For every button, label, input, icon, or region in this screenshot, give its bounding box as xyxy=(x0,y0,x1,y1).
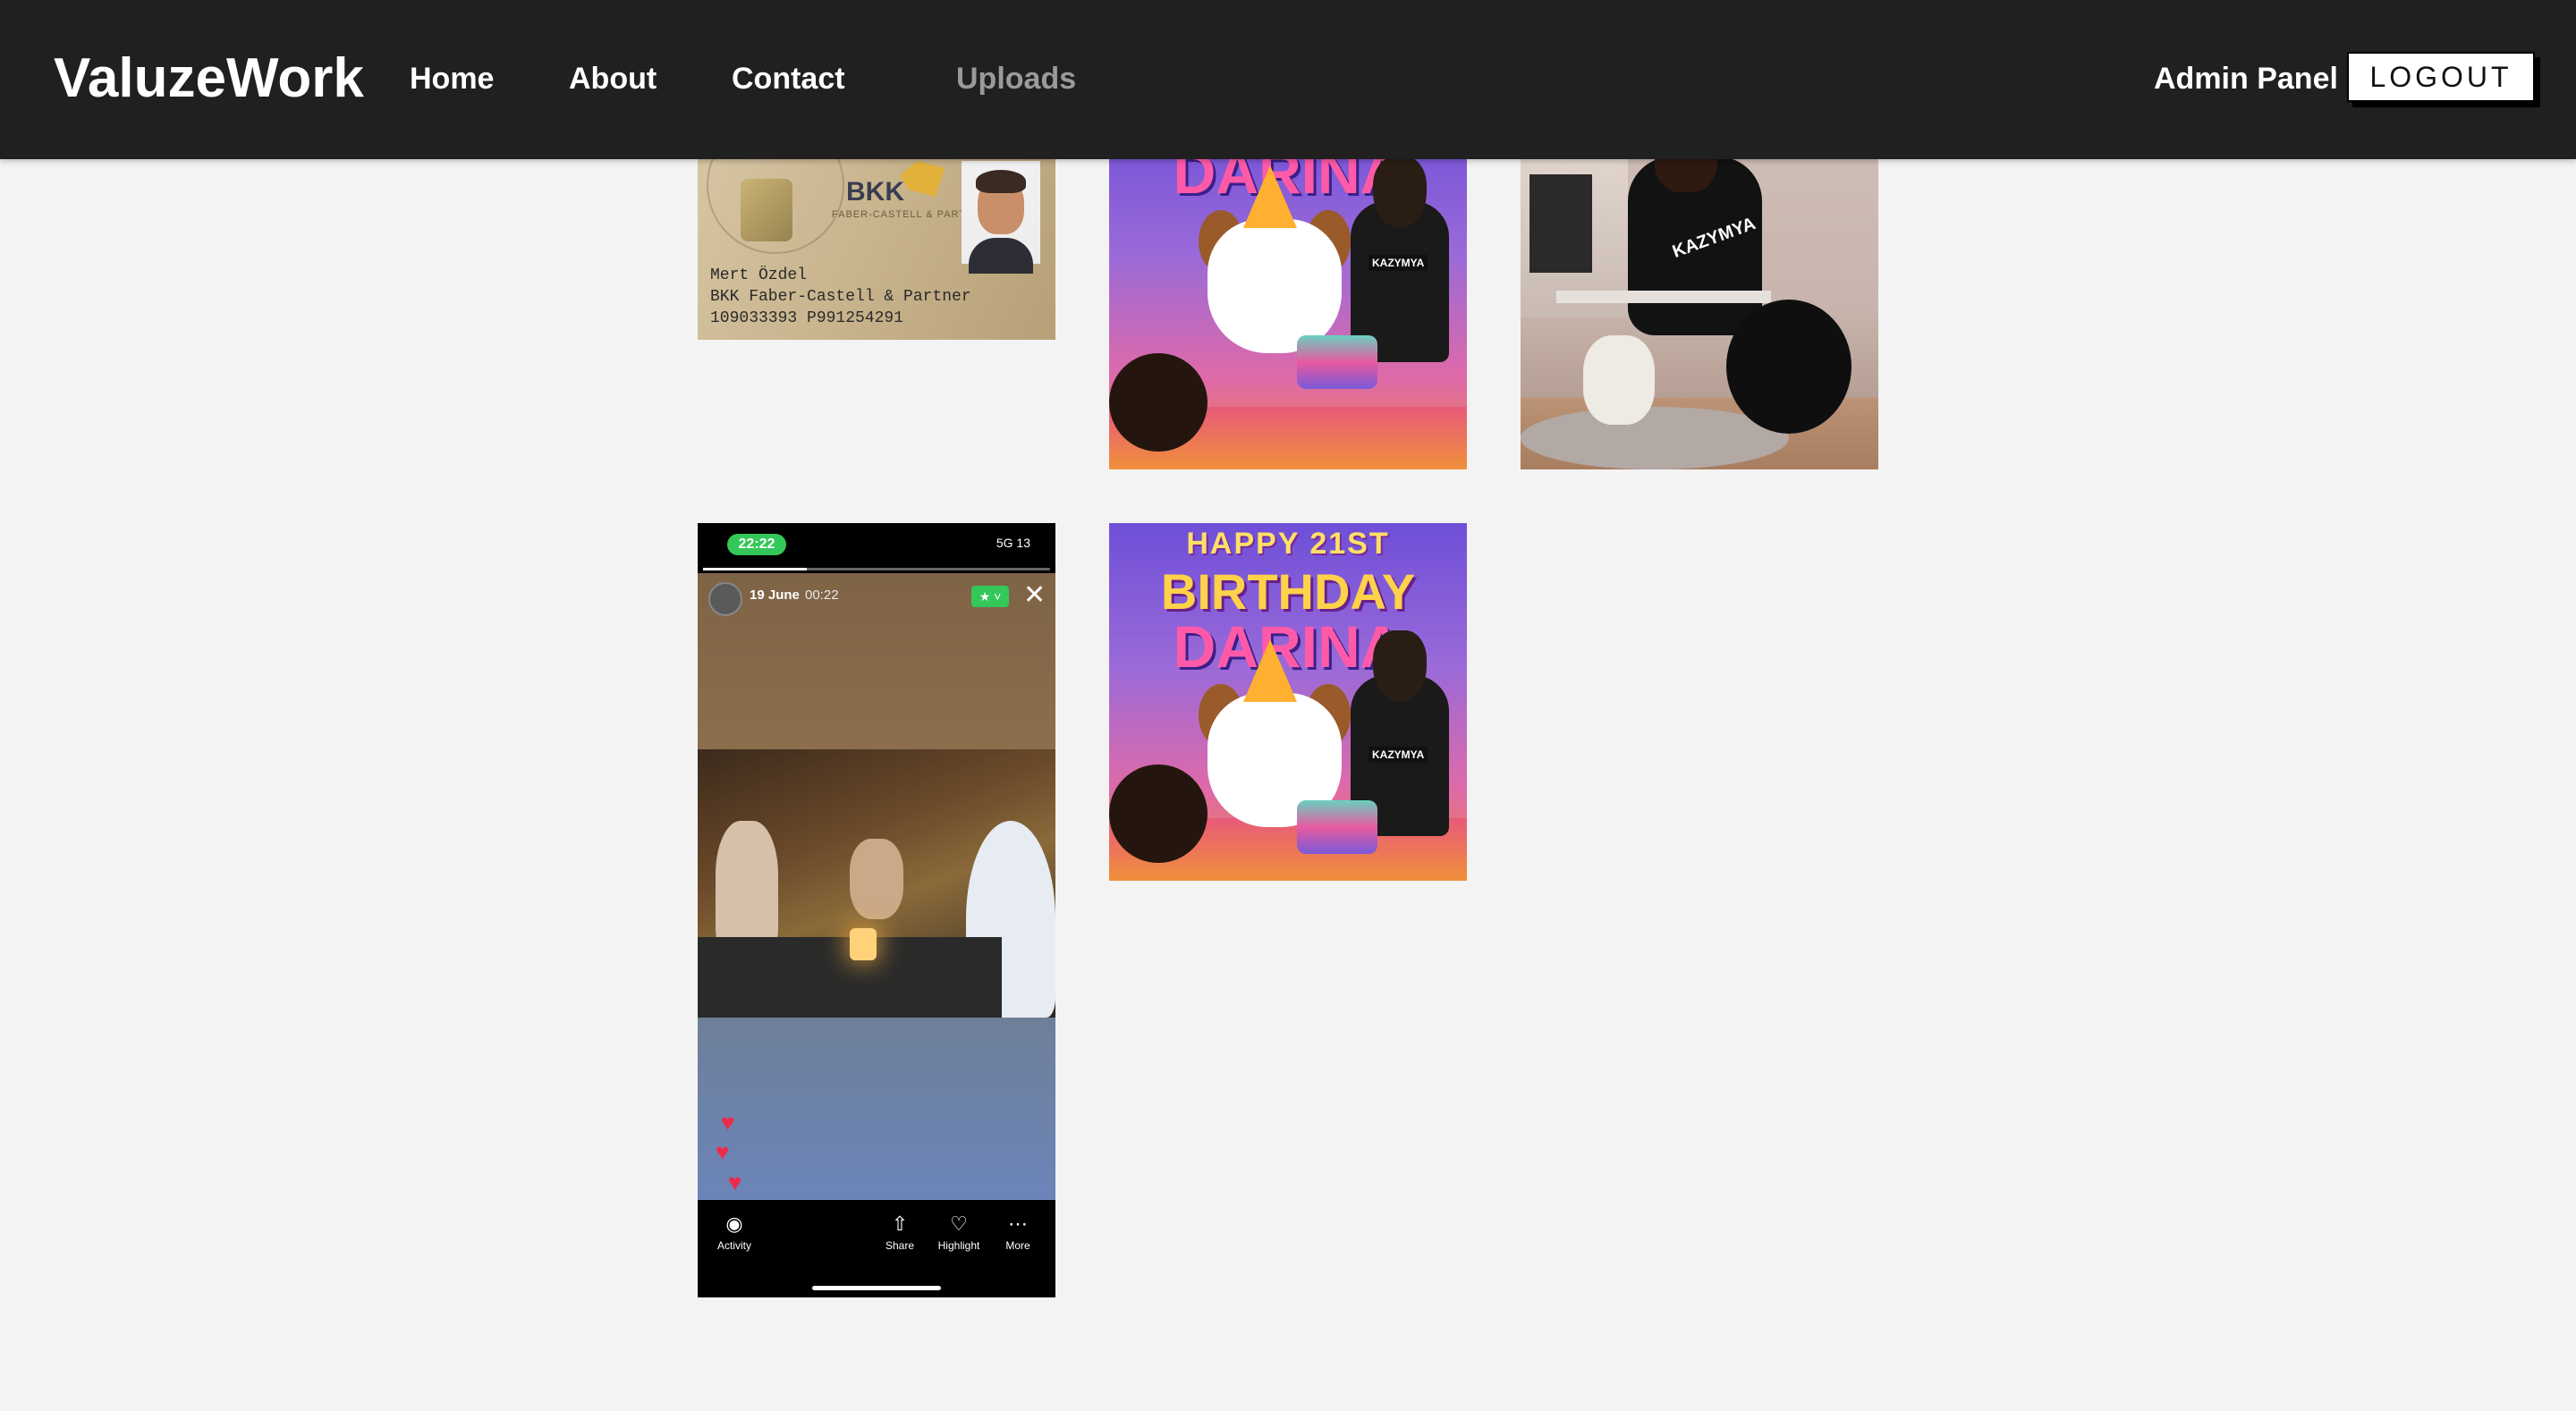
story-progress-bar xyxy=(703,568,1050,570)
avatar xyxy=(708,582,742,616)
close-icon: ✕ xyxy=(1023,580,1046,610)
card-photo xyxy=(962,161,1040,274)
admin-panel-link[interactable]: Admin Panel xyxy=(2154,58,2338,99)
uploaded-image-birthday-2[interactable]: HAPPY 21ST BIRTHDAY DARINA KAZYMYA xyxy=(1109,523,1467,881)
restaurant-photo xyxy=(698,749,1055,1018)
home-indicator xyxy=(812,1286,941,1290)
heart-icon: ♥ xyxy=(721,1109,735,1136)
uploaded-image-id-card[interactable]: BKK FABER-CASTELL & PARTNER Mert Özdel B… xyxy=(698,134,1055,340)
bavaria-map-logo xyxy=(900,161,945,197)
logout-button[interactable]: LOGOUT xyxy=(2347,52,2535,102)
uploaded-image-story-screenshot[interactable]: 22:22 5G 13 19 June 00:22 ★ ˅ ✕ ♥ ♥ ♥ ◉ … xyxy=(698,523,1055,1297)
eye-icon: ◉ xyxy=(725,1212,743,1235)
status-network: 5G 13 xyxy=(996,536,1030,550)
card-title: BKK xyxy=(846,177,904,207)
birthday-cake xyxy=(1297,800,1377,854)
nav-contact-link[interactable]: Contact xyxy=(732,58,845,99)
brand-logo[interactable]: ValuzeWork xyxy=(54,45,364,113)
story-toolbar: ◉ Activity ⇧ Share ♡ Highlight ⋯ More xyxy=(698,1200,1055,1297)
card-numbers: 109033393 P991254291 xyxy=(710,309,904,327)
story-time: 00:22 xyxy=(805,587,839,603)
story-date: 19 June xyxy=(750,587,800,603)
heart-icon: ♥ xyxy=(728,1169,742,1196)
share-button: ⇧ Share xyxy=(873,1212,927,1252)
highlight-button: ♡ Highlight xyxy=(932,1212,986,1252)
card-name: Mert Özdel xyxy=(710,266,808,284)
more-icon: ⋯ xyxy=(1008,1212,1028,1235)
card-insurer: BKK Faber-Castell & Partner xyxy=(710,288,971,306)
share-icon: ⇧ xyxy=(891,1212,909,1235)
birthday-cake xyxy=(1297,335,1377,389)
uploaded-image-dogs-room[interactable]: KAZYMYA xyxy=(1521,112,1878,469)
uploaded-image-birthday-1[interactable]: BIRTHDAY DARINA KAZYMYA xyxy=(1109,112,1467,469)
close-friends-star-icon: ★ ˅ xyxy=(971,586,1009,607)
card-chip xyxy=(741,179,792,241)
heart-icon: ♥ xyxy=(716,1138,730,1165)
birthday-line1: HAPPY 21ST xyxy=(1186,527,1390,561)
nav-about-link[interactable]: About xyxy=(569,58,657,99)
highlight-icon: ♡ xyxy=(950,1212,968,1235)
nav-uploads-link[interactable]: Uploads xyxy=(956,58,1076,99)
top-navbar: ValuzeWork Home About Contact Uploads Ad… xyxy=(0,0,2576,159)
activity-button: ◉ Activity xyxy=(708,1212,761,1252)
more-button: ⋯ More xyxy=(991,1212,1045,1252)
nav-home-link[interactable]: Home xyxy=(410,58,494,99)
jack-russell-dog xyxy=(1208,219,1342,353)
status-time: 22:22 xyxy=(727,534,786,555)
